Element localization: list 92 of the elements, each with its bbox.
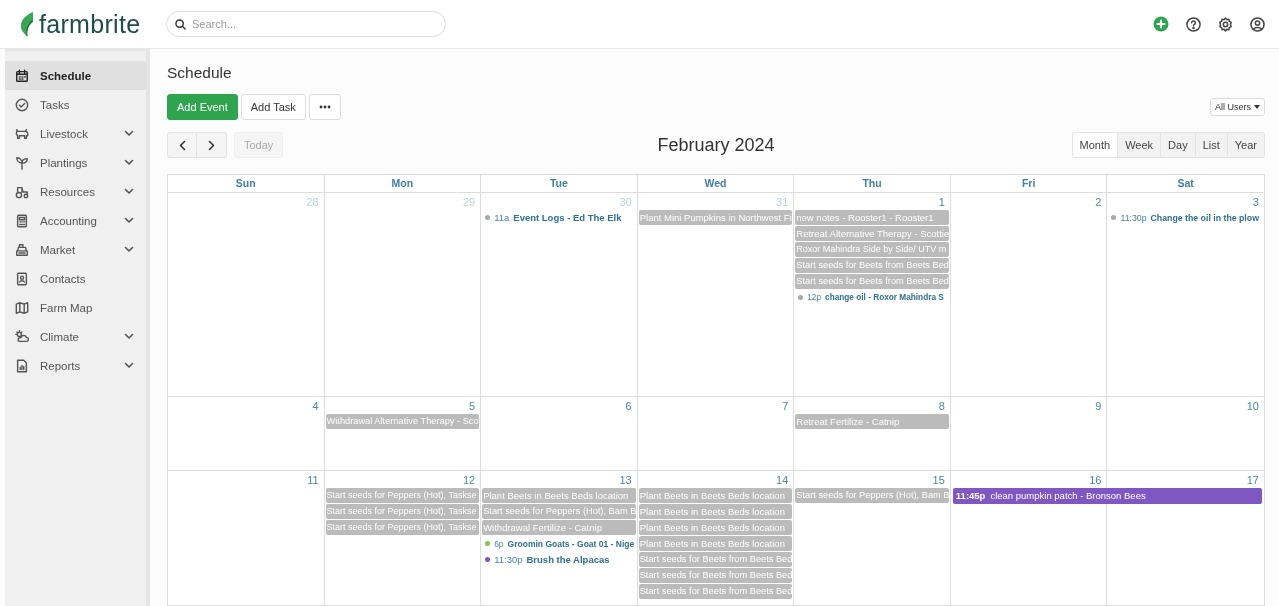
user-icon[interactable]	[1250, 16, 1265, 32]
check-circle-icon	[15, 97, 29, 112]
day-number: 16	[1088, 473, 1103, 488]
day-number: 12	[461, 473, 477, 488]
tractor-icon	[15, 184, 29, 199]
weekday-header: Tue	[481, 175, 638, 192]
day-number: 14	[775, 473, 790, 488]
chevron-down-icon[interactable]	[124, 130, 134, 137]
sidebar-item[interactable]: Market	[5, 235, 146, 264]
weekday-header: Sun	[168, 175, 325, 192]
event-time[interactable]: 6p	[494, 538, 504, 549]
more-icon	[318, 105, 331, 109]
view-tab[interactable]: List	[1194, 132, 1228, 158]
search-icon	[175, 18, 186, 30]
sidebar-item[interactable]: Climate	[5, 322, 146, 351]
sprout-icon	[15, 155, 29, 170]
sidebar-item[interactable]: Reports	[5, 351, 146, 380]
day-number: 30	[618, 195, 633, 210]
day-number: 13	[618, 473, 633, 488]
weekday-header: Mon	[324, 175, 482, 192]
day-number: 29	[461, 195, 477, 210]
day-number: 2	[1094, 195, 1103, 210]
weekday-header: Fri	[950, 175, 1108, 192]
sidebar-item[interactable]: Schedule	[5, 61, 146, 90]
leaf-icon	[18, 11, 36, 37]
event-title[interactable]: Groomin Goats - Goat 01 - Nige	[507, 538, 635, 549]
view-tab[interactable]: Month	[1071, 132, 1119, 158]
event-time[interactable]: 11:30p	[494, 554, 523, 565]
chevron-down-icon[interactable]	[124, 333, 134, 340]
event-time[interactable]: 12p	[807, 293, 822, 302]
event-time[interactable]: 11:30p	[1120, 212, 1147, 223]
calendar-title: February 2024	[657, 134, 775, 155]
chevron-right-icon	[208, 139, 215, 151]
weekday-header: Thu	[794, 175, 951, 192]
cloud-sun-icon	[15, 329, 29, 344]
event-title[interactable]: Event Logs - Ed The Elk	[513, 212, 622, 223]
weekday-header: Sat	[1176, 176, 1195, 191]
search-field[interactable]: Search...	[166, 11, 446, 37]
add-icon[interactable]	[1153, 16, 1169, 32]
calculator-icon	[15, 213, 29, 228]
next-button[interactable]	[197, 132, 227, 158]
map-icon	[15, 300, 29, 315]
day-number: 5	[468, 399, 477, 414]
day-number: 3	[1251, 195, 1260, 210]
calendar-icon	[15, 68, 29, 83]
event-time[interactable]: 11a	[494, 212, 510, 223]
day-number: 11	[306, 473, 320, 488]
weekday-header: Wed	[637, 175, 795, 192]
day-number: 7	[781, 399, 790, 414]
page-title: Schedule	[167, 64, 233, 82]
day-number: 10	[1245, 399, 1260, 414]
chevron-left-icon	[178, 139, 186, 151]
cow-icon	[15, 126, 29, 141]
sidebar-item[interactable]: Plantings	[5, 148, 146, 177]
event-title[interactable]: Brush the Alpacas	[526, 554, 610, 565]
chevron-down-icon[interactable]	[124, 217, 134, 224]
logo-text: farmbrite	[39, 9, 141, 39]
day-number: 17	[1245, 473, 1260, 488]
user-filter-dropdown[interactable]: All Users	[1210, 98, 1265, 116]
contact-card-icon	[15, 271, 29, 286]
day-number: 1	[937, 195, 946, 210]
chevron-down-icon[interactable]	[124, 159, 134, 166]
day-number: 9	[1094, 399, 1103, 414]
sidebar-item[interactable]: Farm Map	[5, 293, 146, 322]
chevron-down-icon[interactable]	[124, 246, 134, 253]
help-icon[interactable]	[1186, 16, 1201, 32]
sidebar-item[interactable]: Accounting	[5, 206, 146, 235]
view-tab[interactable]: Year	[1226, 132, 1265, 158]
sidebar-item[interactable]: Contacts	[5, 264, 146, 293]
cash-register-icon	[15, 242, 29, 257]
add-event-button[interactable]: Add Event	[167, 94, 238, 120]
day-number: 8	[937, 399, 946, 414]
view-tab[interactable]: Day	[1160, 132, 1196, 158]
sidebar-item[interactable]: Resources	[5, 177, 146, 206]
event-title[interactable]: change oil - Roxor Mahindra S	[825, 293, 944, 302]
day-number: 31	[775, 195, 790, 210]
sidebar-item[interactable]: Tasks	[5, 90, 146, 119]
event-title[interactable]: Change the oil in the plow	[1150, 212, 1259, 223]
day-number: 15	[931, 473, 946, 488]
day-number: 28	[305, 195, 320, 210]
chevron-down-icon[interactable]	[124, 188, 134, 195]
day-number: 6	[624, 399, 633, 414]
add-task-button[interactable]: Add Task	[240, 94, 306, 120]
chevron-down-icon[interactable]	[124, 362, 134, 369]
view-tab[interactable]: Week	[1117, 132, 1162, 158]
report-icon	[15, 358, 29, 373]
caret-down-icon	[1254, 105, 1260, 109]
sidebar-item[interactable]: Livestock	[5, 119, 146, 148]
event-bar[interactable]: 11:45p clean pumpkin patch - Bronson Bees	[952, 488, 1262, 504]
previous-button[interactable]	[167, 132, 197, 158]
settings-icon[interactable]	[1218, 16, 1233, 32]
day-number: 4	[311, 399, 320, 414]
